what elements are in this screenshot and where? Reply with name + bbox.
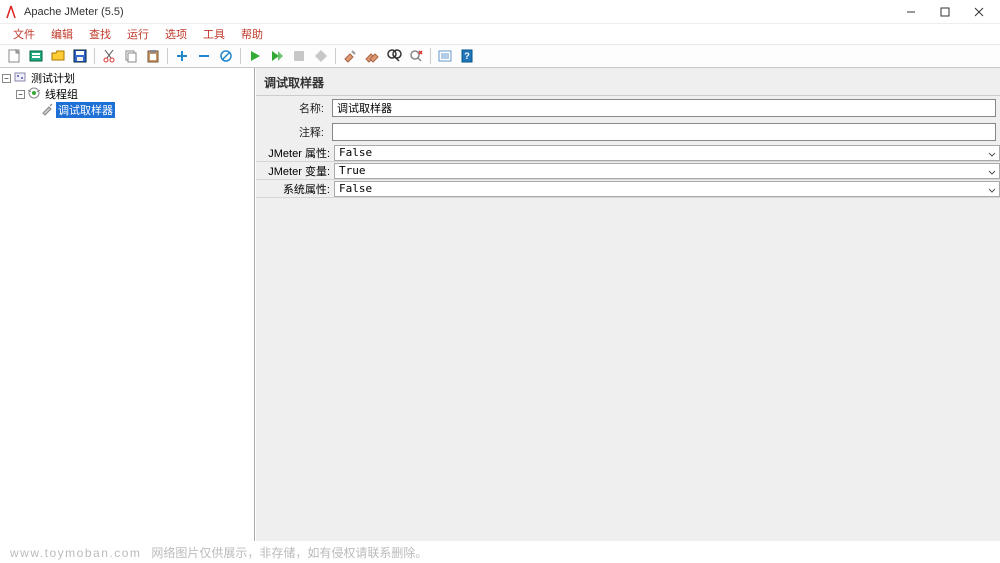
start-no-pause-button[interactable] bbox=[267, 46, 287, 66]
name-input[interactable] bbox=[332, 99, 996, 117]
jmeter-props-label: JMeter 属性: bbox=[256, 145, 334, 161]
window-title: Apache JMeter (5.5) bbox=[24, 6, 894, 18]
menu-file[interactable]: 文件 bbox=[6, 24, 42, 44]
titlebar: Apache JMeter (5.5) bbox=[0, 0, 1000, 24]
comment-input[interactable] bbox=[332, 123, 996, 141]
separator bbox=[335, 48, 336, 64]
tree-group-label: 线程组 bbox=[43, 86, 80, 102]
clear-all-button[interactable] bbox=[362, 46, 382, 66]
templates-button[interactable] bbox=[26, 46, 46, 66]
collapse-icon[interactable]: − bbox=[2, 74, 11, 83]
name-row: 名称: bbox=[256, 96, 1000, 120]
open-button[interactable] bbox=[48, 46, 68, 66]
select-value: False bbox=[339, 182, 372, 195]
testplan-icon bbox=[13, 70, 27, 87]
jmeter-vars-select[interactable]: True bbox=[334, 163, 1000, 179]
save-button[interactable] bbox=[70, 46, 90, 66]
clear-button[interactable] bbox=[340, 46, 360, 66]
threadgroup-icon bbox=[27, 86, 41, 103]
footer-domain: www.toymoban.com bbox=[10, 546, 141, 560]
collapse-button[interactable] bbox=[194, 46, 214, 66]
expand-button[interactable] bbox=[172, 46, 192, 66]
menubar: 文件 编辑 查找 运行 选项 工具 帮助 bbox=[0, 24, 1000, 44]
tree-root-label: 测试计划 bbox=[29, 70, 77, 86]
name-label: 名称: bbox=[260, 100, 328, 116]
reset-search-button[interactable] bbox=[406, 46, 426, 66]
sampler-icon bbox=[40, 102, 54, 119]
menu-edit[interactable]: 编辑 bbox=[44, 24, 80, 44]
tree-group-row[interactable]: − 线程组 bbox=[2, 86, 252, 102]
jmeter-vars-row: JMeter 变量: True bbox=[256, 162, 1000, 180]
jmeter-vars-label: JMeter 变量: bbox=[256, 163, 334, 179]
chevron-down-icon bbox=[988, 167, 996, 180]
select-value: True bbox=[339, 164, 366, 177]
menu-search[interactable]: 查找 bbox=[82, 24, 118, 44]
system-props-label: 系统属性: bbox=[256, 181, 334, 197]
function-helper-button[interactable] bbox=[435, 46, 455, 66]
tree-panel: − 测试计划 − 线程组 调试取样器 bbox=[0, 68, 255, 541]
system-props-row: 系统属性: False bbox=[256, 180, 1000, 198]
footer-note: 网络图片仅供展示，非存储，如有侵权请联系删除。 bbox=[151, 544, 427, 561]
start-button[interactable] bbox=[245, 46, 265, 66]
editor-panel: 调试取样器 名称: 注释: JMeter 属性: False JMeter 变量… bbox=[255, 68, 1000, 541]
search-button[interactable] bbox=[384, 46, 404, 66]
tree-sampler-label: 调试取样器 bbox=[56, 102, 115, 118]
separator bbox=[430, 48, 431, 64]
copy-button[interactable] bbox=[121, 46, 141, 66]
paste-button[interactable] bbox=[143, 46, 163, 66]
window-controls bbox=[894, 1, 996, 23]
footer: www.toymoban.com 网络图片仅供展示，非存储，如有侵权请联系删除。 bbox=[0, 541, 1000, 563]
minimize-button[interactable] bbox=[894, 1, 928, 23]
tree-root-row[interactable]: − 测试计划 bbox=[2, 70, 252, 86]
editor-title: 调试取样器 bbox=[256, 68, 1000, 96]
svg-text:?: ? bbox=[464, 51, 470, 61]
jmeter-props-row: JMeter 属性: False bbox=[256, 144, 1000, 162]
close-button[interactable] bbox=[962, 1, 996, 23]
app-icon bbox=[4, 5, 18, 19]
maximize-button[interactable] bbox=[928, 1, 962, 23]
comment-label: 注释: bbox=[260, 124, 328, 140]
new-button[interactable] bbox=[4, 46, 24, 66]
chevron-down-icon bbox=[988, 149, 996, 162]
tree-sampler-row[interactable]: 调试取样器 bbox=[2, 102, 252, 118]
separator bbox=[240, 48, 241, 64]
separator bbox=[94, 48, 95, 64]
menu-tools[interactable]: 工具 bbox=[196, 24, 232, 44]
toggle-button[interactable] bbox=[216, 46, 236, 66]
help-button[interactable]: ? bbox=[457, 46, 477, 66]
comment-row: 注释: bbox=[256, 120, 1000, 144]
menu-options[interactable]: 选项 bbox=[158, 24, 194, 44]
collapse-icon[interactable]: − bbox=[16, 90, 25, 99]
toolbar: ? bbox=[0, 44, 1000, 68]
shutdown-button[interactable] bbox=[311, 46, 331, 66]
workspace: − 测试计划 − 线程组 调试取样器 调试取样器 名称: 注释: JMeter … bbox=[0, 68, 1000, 541]
separator bbox=[167, 48, 168, 64]
menu-help[interactable]: 帮助 bbox=[234, 24, 270, 44]
system-props-select[interactable]: False bbox=[334, 181, 1000, 197]
menu-run[interactable]: 运行 bbox=[120, 24, 156, 44]
select-value: False bbox=[339, 146, 372, 159]
cut-button[interactable] bbox=[99, 46, 119, 66]
stop-button[interactable] bbox=[289, 46, 309, 66]
chevron-down-icon bbox=[988, 185, 996, 198]
jmeter-props-select[interactable]: False bbox=[334, 145, 1000, 161]
